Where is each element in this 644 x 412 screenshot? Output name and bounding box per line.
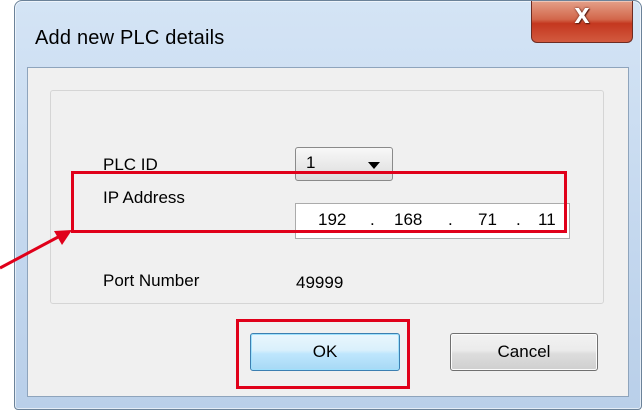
arrow-pointer-icon: [0, 230, 72, 270]
arrow-shaft: [0, 234, 61, 270]
